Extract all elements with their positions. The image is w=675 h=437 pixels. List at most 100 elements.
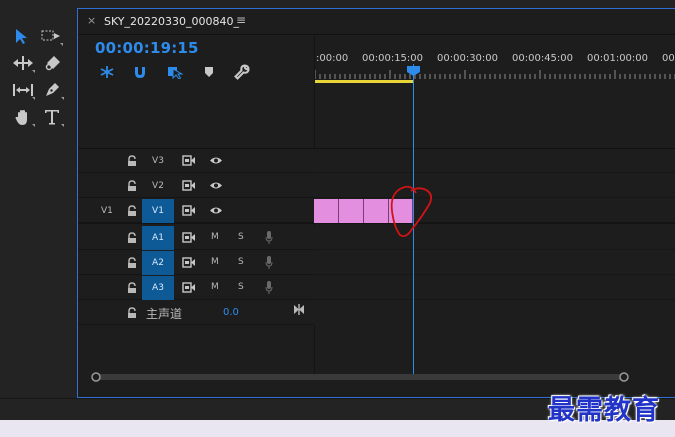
- solo-button[interactable]: S: [238, 232, 244, 242]
- nest-icon: [100, 66, 114, 78]
- linked-selection-button[interactable]: [166, 64, 184, 80]
- playhead-timecode[interactable]: 00:00:19:15: [95, 39, 199, 57]
- track-area: V3 V2 V1 V1 A1 M S A2 M S A3 M S 主声道 0.0: [78, 149, 675, 337]
- ruler-label: 00:00:15:00: [362, 53, 424, 64]
- track-header-a2: A2 M S: [78, 251, 314, 275]
- microphone-icon[interactable]: [265, 281, 273, 294]
- type-icon: [45, 110, 59, 125]
- eye-icon[interactable]: [209, 206, 223, 215]
- time-ruler[interactable]: :00:00 00:00:15:00 00:00:30:00 00:00:45:…: [314, 36, 675, 83]
- pen-tool[interactable]: [39, 78, 65, 102]
- solo-button[interactable]: S: [238, 282, 244, 292]
- ruler-label: 00: [662, 53, 675, 64]
- tab-sequence-title[interactable]: SKY_20220330_000840_: [104, 15, 239, 28]
- timeline-settings-button[interactable]: [233, 64, 251, 80]
- track-header-v1: V1 V1: [78, 199, 314, 224]
- ripple-edit-tool[interactable]: [10, 51, 36, 75]
- app-root: × SKY_20220330_000840_ ≡ 00:00:19:15 :00…: [0, 0, 675, 437]
- source-patch-v1[interactable]: V1: [101, 206, 113, 216]
- slip-icon: [13, 84, 33, 96]
- track-v1-content[interactable]: [314, 199, 675, 224]
- track-master-content[interactable]: [314, 301, 675, 325]
- hand-icon: [15, 109, 27, 125]
- track-v3-content[interactable]: [314, 149, 675, 173]
- video-clip[interactable]: [314, 199, 339, 223]
- magnet-icon: [135, 67, 145, 78]
- mute-button[interactable]: M: [211, 257, 219, 267]
- track-target-v1[interactable]: V1: [142, 199, 174, 223]
- track-a3-content[interactable]: [314, 276, 675, 300]
- razor-icon: [45, 56, 60, 71]
- work-area-bar[interactable]: [314, 80, 414, 83]
- track-header-v2: V2: [78, 174, 314, 198]
- razor-tool[interactable]: [39, 51, 65, 75]
- ruler-ticks: [314, 70, 675, 79]
- track-target-a2[interactable]: A2: [142, 251, 174, 275]
- pen-icon: [46, 83, 59, 96]
- watermark-text: 最需教育: [548, 395, 660, 426]
- sync-lock-icon[interactable]: [182, 282, 196, 293]
- ripple-edit-icon: [13, 56, 33, 70]
- ruler-label: 00:00:30:00: [437, 53, 499, 64]
- lock-icon[interactable]: [127, 205, 137, 217]
- eye-icon[interactable]: [209, 181, 223, 190]
- track-header-a3: A3 M S: [78, 276, 314, 300]
- nest-sequence-button[interactable]: [98, 64, 116, 80]
- sync-lock-icon[interactable]: [182, 155, 196, 166]
- microphone-icon[interactable]: [265, 231, 273, 244]
- tools-panel: [0, 0, 73, 398]
- zoom-scrollbar-track: [91, 372, 629, 382]
- ruler-label: 00:01:00:00: [587, 53, 649, 64]
- hand-tool[interactable]: [10, 105, 36, 129]
- sync-lock-icon[interactable]: [182, 205, 196, 216]
- add-marker-button[interactable]: [200, 64, 218, 80]
- wrench-icon: [234, 64, 250, 80]
- selection-arrow-icon: [16, 29, 27, 44]
- mute-button[interactable]: M: [211, 232, 219, 242]
- annotation-circle: [390, 185, 433, 238]
- tab-close-button[interactable]: ×: [87, 14, 96, 27]
- tab-menu-icon[interactable]: ≡: [236, 13, 246, 27]
- linked-selection-icon: [168, 67, 183, 79]
- ruler-label: 00:00:45:00: [512, 53, 574, 64]
- marker-icon: [205, 67, 213, 77]
- track-header-a1: A1 M S: [78, 226, 314, 250]
- lock-icon[interactable]: [127, 232, 137, 244]
- lock-icon[interactable]: [127, 282, 137, 294]
- solo-button[interactable]: S: [238, 257, 244, 267]
- track-header-master: 主声道 0.0: [78, 301, 314, 325]
- timeline-panel: × SKY_20220330_000840_ ≡ 00:00:19:15 :00…: [77, 8, 675, 398]
- slip-tool[interactable]: [10, 78, 36, 102]
- lock-icon[interactable]: [127, 307, 137, 319]
- ruler-label: :00:00: [316, 53, 349, 64]
- track-target-v2[interactable]: V2: [142, 174, 174, 198]
- track-v2-content[interactable]: [314, 174, 675, 198]
- microphone-icon[interactable]: [265, 256, 273, 269]
- lock-icon[interactable]: [127, 180, 137, 192]
- type-tool[interactable]: [39, 105, 65, 129]
- timeline-tab-bar: × SKY_20220330_000840_ ≡: [78, 9, 675, 35]
- video-clip[interactable]: [339, 199, 364, 223]
- horizontal-zoom-scrollbar[interactable]: [78, 369, 675, 385]
- sync-lock-icon[interactable]: [182, 180, 196, 191]
- track-select-forward-tool[interactable]: [38, 24, 64, 48]
- sync-lock-icon[interactable]: [182, 257, 196, 268]
- selection-tool[interactable]: [8, 24, 34, 48]
- master-volume-value[interactable]: 0.0: [223, 307, 239, 318]
- track-target-v3[interactable]: V3: [142, 149, 174, 173]
- track-a1-content[interactable]: [314, 226, 675, 250]
- lock-icon[interactable]: [127, 155, 137, 167]
- lock-icon[interactable]: [127, 257, 137, 269]
- mute-button[interactable]: M: [211, 282, 219, 292]
- track-target-a1[interactable]: A1: [142, 226, 174, 250]
- sync-lock-icon[interactable]: [182, 232, 196, 243]
- track-target-a3[interactable]: A3: [142, 276, 174, 300]
- track-select-icon: [41, 30, 60, 41]
- video-audio-separator: [78, 148, 675, 149]
- snap-button[interactable]: [131, 64, 149, 80]
- go-to-end-icon[interactable]: [293, 304, 305, 315]
- playhead-handle-icon[interactable]: [407, 66, 420, 76]
- eye-icon[interactable]: [209, 156, 223, 165]
- master-track-label: 主声道: [146, 307, 183, 321]
- track-a2-content[interactable]: [314, 251, 675, 275]
